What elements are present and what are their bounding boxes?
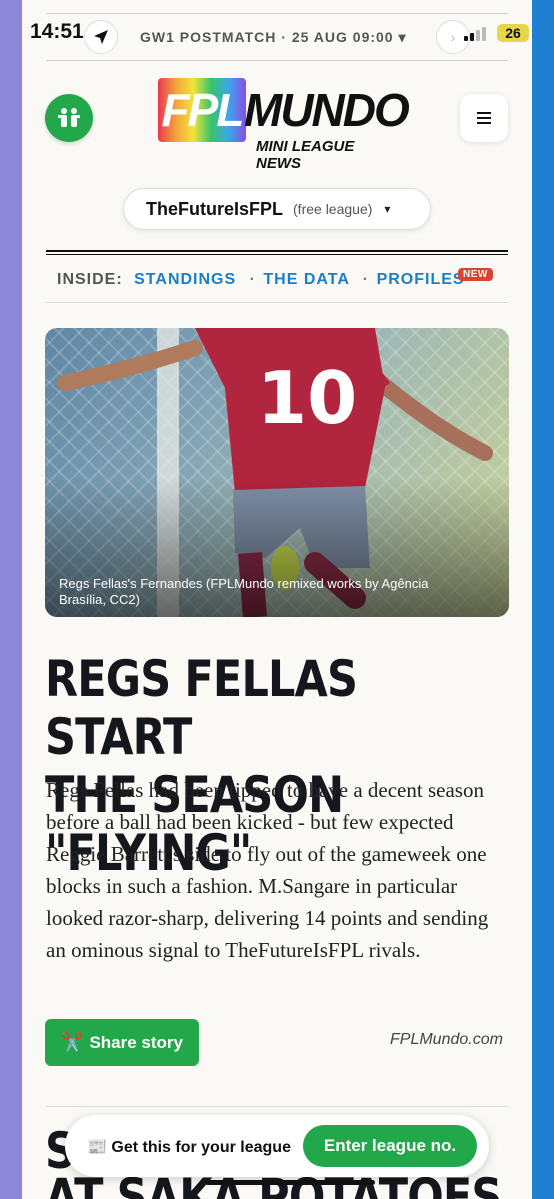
nav-separator: ·	[249, 271, 256, 288]
chevron-down-icon: ▾	[384, 202, 391, 216]
svg-text:10: 10	[257, 356, 357, 440]
league-type: (free league)	[293, 201, 373, 217]
hamburger-icon	[477, 112, 491, 124]
scissors-icon: ✂️	[61, 1032, 84, 1052]
league-cta-bar: 📰 Get this for your league Enter league …	[65, 1115, 489, 1177]
nav-link-the-data[interactable]: THE DATA	[263, 271, 349, 288]
home-indicator[interactable]	[205, 1180, 375, 1185]
inside-label: INSIDE:	[57, 271, 123, 288]
newspaper-icon: 📰	[87, 1139, 107, 1156]
share-story-label: Share story	[89, 1032, 183, 1052]
cta-label: Get this for your league	[111, 1139, 291, 1156]
article-source: FPLMundo.com	[390, 1031, 503, 1048]
new-badge: NEW	[458, 268, 493, 281]
logo-fpl-text: FPL	[158, 78, 246, 142]
people-button[interactable]	[45, 94, 93, 142]
divider	[46, 250, 508, 255]
battery-icon: 26	[497, 24, 529, 42]
divider	[46, 1106, 508, 1107]
location-arrow-icon	[84, 20, 118, 54]
cta-text: 📰 Get this for your league	[87, 1137, 291, 1157]
gameweek-label[interactable]: GW1 POSTMATCH · 25 AUG 09:00 ▾	[140, 29, 407, 46]
next-headline-line-2: AT SAKA POTATOES	[45, 1168, 502, 1199]
fplmundo-logo[interactable]: FPL MUNDO MINI LEAGUE NEWS	[158, 78, 410, 172]
enter-league-button[interactable]: Enter league no.	[303, 1125, 477, 1167]
signal-icon	[464, 27, 486, 41]
page: 14:51 GW1 POSTMATCH · 25 AUG 09:00 ▾ › 2…	[22, 0, 532, 1199]
status-time: 14:51	[30, 20, 84, 43]
image-caption: Regs Fellas's Fernandes (FPLMundo remixe…	[59, 576, 429, 607]
nav-link-profiles[interactable]: PROFILES	[377, 271, 465, 288]
people-icon	[58, 108, 80, 127]
headline-line-1: REGS FELLAS START	[45, 650, 358, 766]
share-story-button[interactable]: ✂️ Share story	[45, 1019, 199, 1066]
logo-mundo-text: MUNDO	[244, 84, 410, 136]
menu-button[interactable]	[460, 94, 508, 142]
article-image: 10 Regs Fellas's Fernandes (FPLMundo rem…	[45, 328, 509, 617]
nav-link-standings[interactable]: STANDINGS	[134, 271, 236, 288]
league-name: TheFutureIsFPL	[146, 198, 284, 219]
league-selector[interactable]: TheFutureIsFPL (free league) ▾	[123, 188, 431, 230]
divider	[46, 302, 508, 303]
inside-nav: INSIDE: STANDINGS · THE DATA · PROFILES	[57, 271, 507, 289]
nav-separator: ·	[362, 271, 370, 288]
logo-subtitle: MINI LEAGUE NEWS	[256, 138, 355, 172]
article-body: Regs Fellas had been tipped to have a de…	[46, 778, 489, 962]
